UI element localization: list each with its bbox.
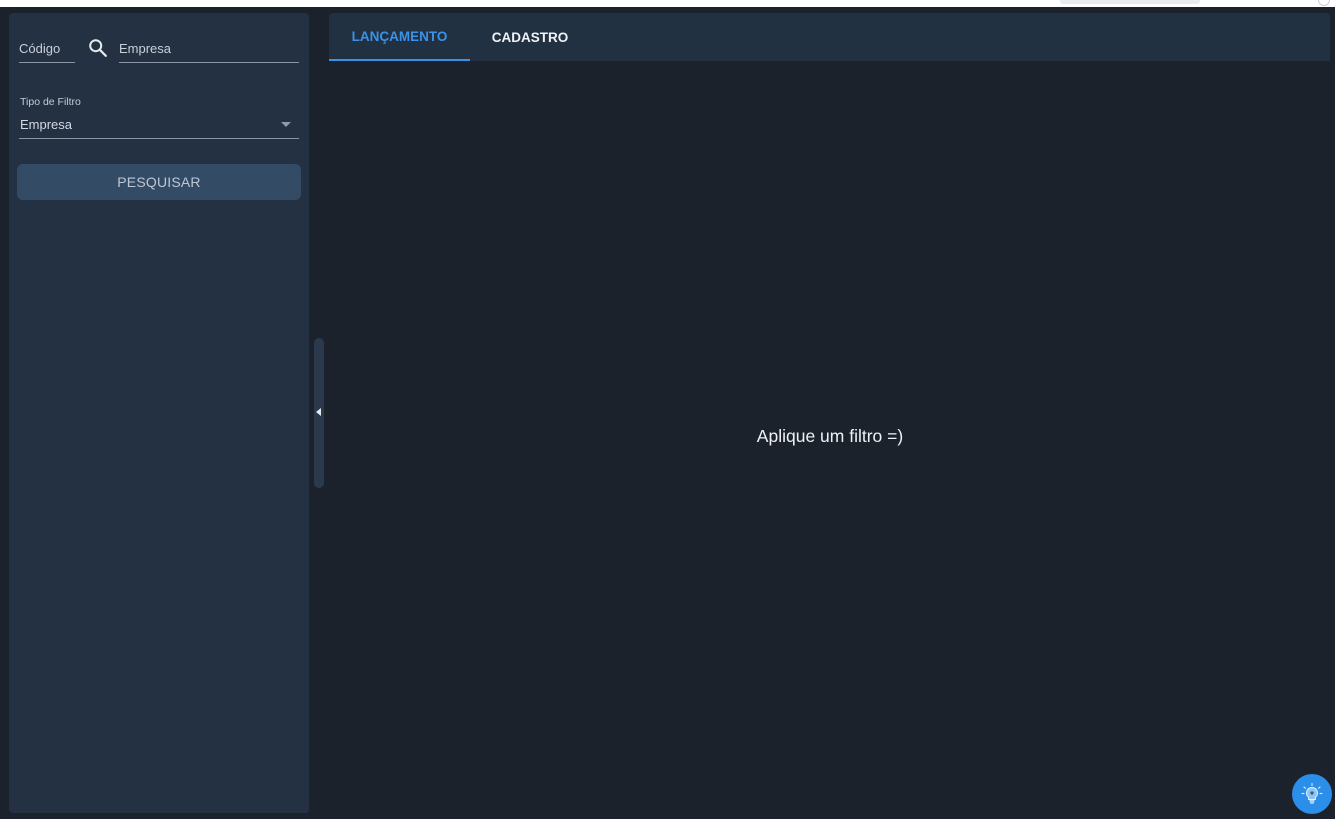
filter-type-label: Tipo de Filtro — [20, 96, 81, 108]
tab-lancamento[interactable]: LANÇAMENTO — [329, 13, 470, 61]
top-strip-tab — [1060, 0, 1200, 4]
filter-sidebar: Tipo de Filtro Empresa PESQUISAR — [9, 13, 309, 813]
sidebar-collapse-handle[interactable] — [314, 338, 324, 488]
top-browser-strip — [0, 0, 1335, 7]
help-fab-button[interactable] — [1292, 774, 1332, 814]
top-strip-circle — [1318, 0, 1330, 6]
codigo-input[interactable] — [19, 39, 75, 57]
tab-cadastro[interactable]: CADASTRO — [470, 13, 590, 61]
filter-type-value: Empresa — [20, 117, 73, 132]
empresa-input[interactable] — [119, 39, 299, 57]
codigo-field[interactable] — [19, 39, 75, 63]
empty-state-message: Aplique um filtro =) — [756, 426, 904, 446]
empresa-field[interactable] — [119, 39, 299, 63]
search-icon[interactable] — [87, 37, 109, 59]
caret-down-icon — [281, 122, 291, 127]
chevron-left-icon — [316, 408, 321, 416]
search-button[interactable]: PESQUISAR — [17, 164, 301, 200]
tab-bar: LANÇAMENTO CADASTRO — [329, 13, 1330, 61]
lightbulb-icon — [1301, 782, 1323, 804]
filter-type-select[interactable]: Empresa — [19, 115, 299, 139]
